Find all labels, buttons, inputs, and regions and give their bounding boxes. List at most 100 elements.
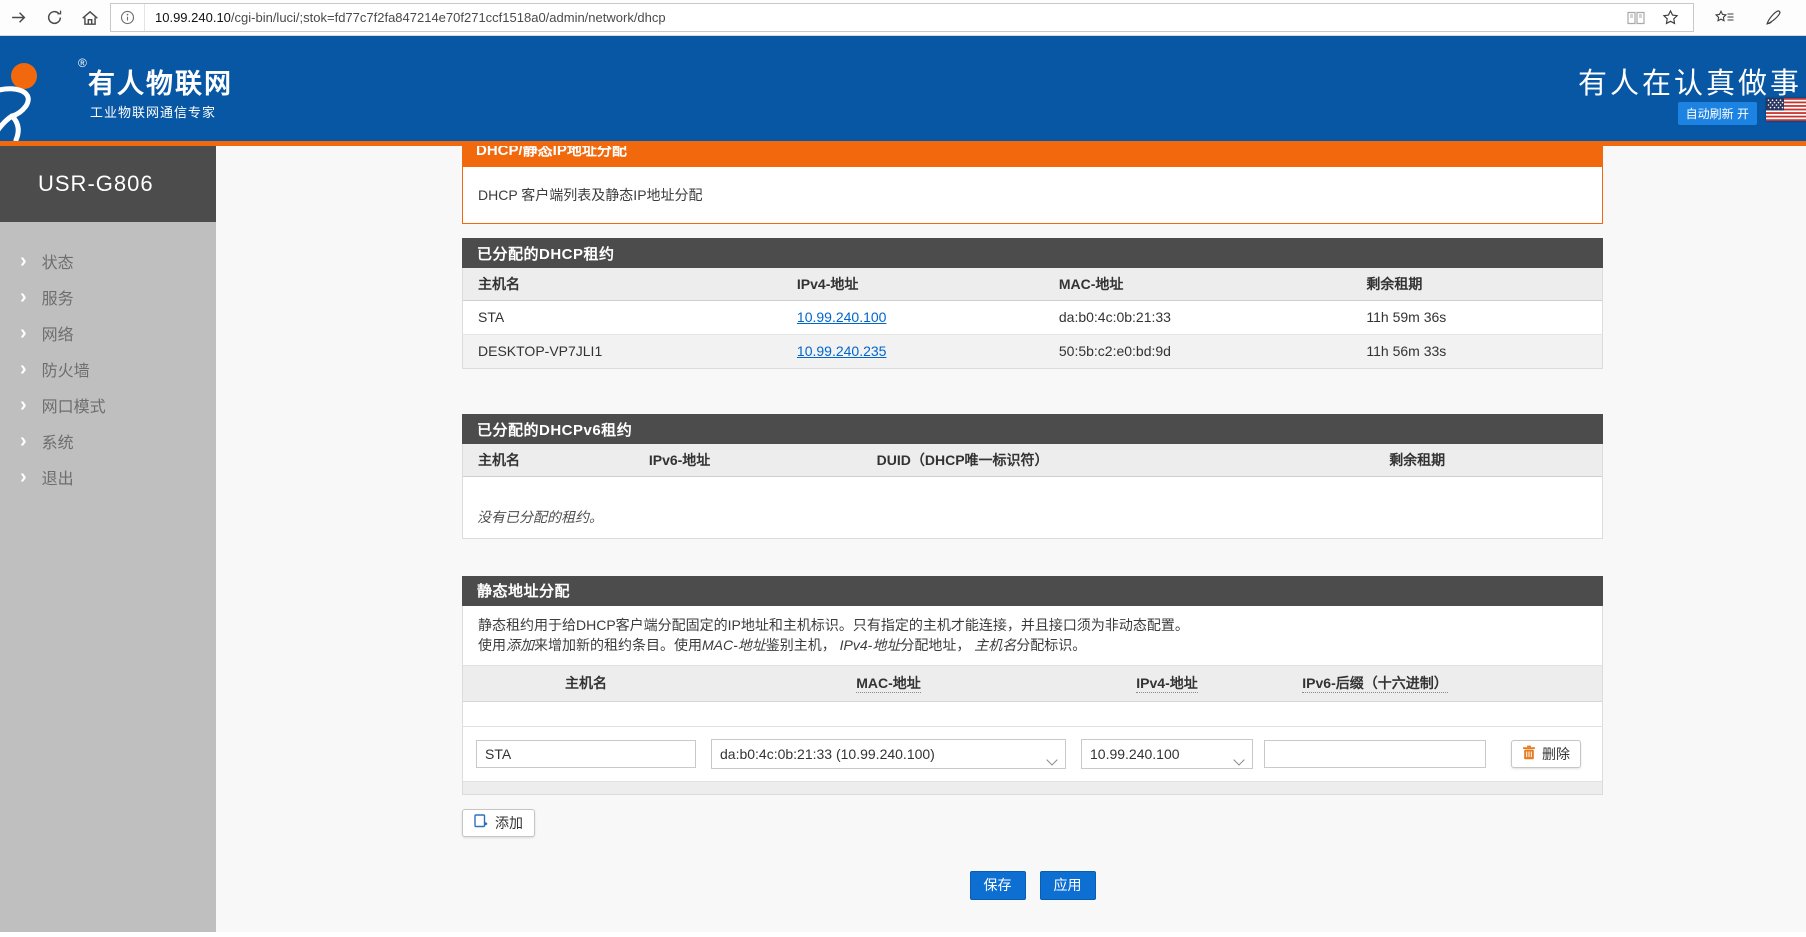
static-table-footer-strip [463, 781, 1602, 794]
favorite-star-icon [1662, 9, 1679, 26]
forward-button[interactable] [0, 1, 36, 35]
home-icon [81, 9, 99, 27]
add-favorite-button[interactable] [1653, 1, 1687, 35]
ipv6-suffix-input[interactable] [1264, 740, 1486, 768]
col-mac: MAC-地址 [711, 673, 1066, 693]
registered-mark: ® [78, 56, 87, 70]
apply-button[interactable]: 应用 [1040, 871, 1096, 900]
table-row: STA 10.99.240.100 da:b0:4c:0b:21:33 11h … [463, 300, 1602, 334]
sidebar-item-port-mode[interactable]: 网口模式 [0, 387, 216, 423]
dhcp-leases-table: 主机名 IPv4-地址 MAC-地址 剩余租期 STA 10.99.240.10… [463, 268, 1602, 368]
reading-view-icon [1627, 10, 1645, 26]
lease-ipv4-link[interactable]: 10.99.240.100 [797, 309, 887, 325]
app-header: ® 有人物联网 工业物联网通信专家 有人在认真做事 自动刷新 开 [0, 36, 1806, 146]
hostname-input[interactable] [476, 740, 696, 768]
table-row: DESKTOP-VP7JLI1 10.99.240.235 50:5b:c2:e… [463, 334, 1602, 368]
sidebar-item-label: 网络 [42, 321, 74, 345]
reading-view-button[interactable] [1619, 1, 1653, 35]
url-domain: 10.99.240.10 [155, 10, 231, 25]
lease-mac: da:b0:4c:0b:21:33 [1044, 300, 1352, 334]
add-button[interactable]: 添加 [462, 809, 535, 837]
sidebar-item-firewall[interactable]: 防火墙 [0, 351, 216, 387]
description-line-1: 静态租约用于给DHCP客户端分配固定的IP地址和主机标识。只有指定的主机才能连接… [478, 615, 1587, 635]
dhcpv6-leases-title: 已分配的DHCPv6租约 [462, 414, 1603, 444]
sidebar-item-label: 服务 [42, 285, 74, 309]
lease-remaining: 11h 59m 36s [1351, 300, 1602, 334]
sidebar-item-status[interactable]: 状态 [0, 243, 216, 279]
forward-icon [10, 9, 27, 26]
static-table-header: 主机名 MAC-地址 IPv4-地址 IPv6-后缀（十六进制） [463, 666, 1602, 702]
add-button-label: 添加 [495, 813, 523, 833]
dhcpv6-empty-text: 没有已分配的租约。 [463, 477, 1602, 538]
device-name: USR-G806 [0, 146, 216, 222]
url-text[interactable]: 10.99.240.10/cgi-bin/luci/;stok=fd77c7f2… [145, 10, 1619, 25]
col-duid: DUID（DHCP唯一标识符） [862, 444, 1375, 476]
col-lease-remaining: 剩余租期 [1374, 444, 1602, 476]
main-content: DHCP/静态IP地址分配 DHCP 客户端列表及静态IP地址分配 已分配的DH… [216, 146, 1806, 932]
chevron-right-icon [20, 251, 27, 271]
col-hostname: 主机名 [463, 444, 634, 476]
page-subtitle: DHCP 客户端列表及静态IP地址分配 [462, 167, 1603, 224]
info-icon [120, 10, 135, 25]
header-slogan: 有人在认真做事 [1578, 60, 1802, 102]
browser-window: 10.99.240.10/cgi-bin/luci/;stok=fd77c7f2… [0, 0, 1806, 937]
sidebar-item-label: 系统 [42, 429, 74, 453]
sidebar-item-label: 退出 [42, 465, 74, 489]
static-leases-section: 静态地址分配 静态租约用于给DHCP客户端分配固定的IP地址和主机标识。只有指定… [462, 576, 1603, 795]
chevron-right-icon [20, 431, 27, 451]
col-ipv6: IPv6-地址 [634, 444, 862, 476]
chevron-right-icon [20, 359, 27, 379]
static-leases-description: 静态租约用于给DHCP客户端分配固定的IP地址和主机标识。只有指定的主机才能连接… [463, 606, 1602, 666]
static-lease-row: da:b0:4c:0b:21:33 (10.99.240.100) 10.99.… [463, 727, 1602, 781]
col-ipv6-suffix: IPv6-后缀（十六进制） [1264, 673, 1486, 693]
page-title-bar: DHCP/静态IP地址分配 [462, 146, 1603, 167]
lease-hostname: DESKTOP-VP7JLI1 [463, 334, 782, 368]
sidebar: USR-G806 状态 服务 网络 防火墙 网口模式 系统 退出 [0, 146, 216, 932]
dhcp-leases-title: 已分配的DHCP租约 [462, 238, 1603, 268]
sidebar-item-system[interactable]: 系统 [0, 423, 216, 459]
autorefresh-toggle[interactable]: 自动刷新 开 [1678, 102, 1757, 125]
favorites-hub-button[interactable] [1707, 1, 1743, 35]
dhcpv6-leases-table: 主机名 IPv6-地址 DUID（DHCP唯一标识符） 剩余租期 [463, 444, 1602, 477]
sidebar-item-label: 网口模式 [42, 393, 106, 417]
col-hostname: 主机名 [463, 268, 782, 300]
sidebar-item-services[interactable]: 服务 [0, 279, 216, 315]
sidebar-item-label: 状态 [42, 249, 74, 273]
chevron-right-icon [20, 287, 27, 307]
static-table-spacer-row [463, 702, 1602, 727]
dhcp-leases-section: 已分配的DHCP租约 主机名 IPv4-地址 MAC-地址 剩余租期 S [462, 238, 1603, 369]
save-button[interactable]: 保存 [970, 871, 1026, 900]
language-flag-icon[interactable] [1766, 98, 1806, 121]
col-mac: MAC-地址 [1044, 268, 1352, 300]
static-leases-title: 静态地址分配 [462, 576, 1603, 606]
home-button[interactable] [72, 1, 108, 35]
col-hostname: 主机名 [476, 673, 696, 693]
web-note-button[interactable] [1757, 1, 1793, 35]
mac-address-select[interactable]: da:b0:4c:0b:21:33 (10.99.240.100) [711, 739, 1066, 769]
col-ipv4: IPv4-地址 [1081, 673, 1253, 693]
chevron-right-icon [20, 323, 27, 343]
ipv4-address-select[interactable]: 10.99.240.100 [1081, 739, 1253, 769]
page-title: DHCP/静态IP地址分配 [476, 146, 627, 160]
lease-ipv4-link[interactable]: 10.99.240.235 [797, 343, 887, 359]
refresh-button[interactable] [36, 1, 72, 35]
brand-title: 有人物联网 [88, 62, 233, 101]
browser-toolbar: 10.99.240.10/cgi-bin/luci/;stok=fd77c7f2… [0, 0, 1806, 36]
delete-button-label: 删除 [1542, 744, 1570, 764]
address-bar[interactable]: 10.99.240.10/cgi-bin/luci/;stok=fd77c7f2… [110, 3, 1694, 32]
usr-logo [0, 58, 70, 146]
col-ipv4: IPv4-地址 [782, 268, 1044, 300]
site-info-button[interactable] [111, 4, 145, 31]
trash-icon [1522, 745, 1536, 763]
delete-button[interactable]: 删除 [1511, 740, 1581, 768]
sidebar-menu: 状态 服务 网络 防火墙 网口模式 系统 退出 [0, 222, 216, 495]
col-lease-remaining: 剩余租期 [1351, 268, 1602, 300]
sidebar-item-network[interactable]: 网络 [0, 315, 216, 351]
favorites-hub-icon [1715, 9, 1735, 26]
dhcpv6-leases-section: 已分配的DHCPv6租约 主机名 IPv6-地址 DUID（DHCP唯一标识符）… [462, 414, 1603, 539]
add-icon [474, 814, 488, 831]
refresh-icon [46, 9, 63, 26]
chevron-right-icon [20, 395, 27, 415]
form-actions: 保存 应用 [462, 871, 1603, 900]
sidebar-item-logout[interactable]: 退出 [0, 459, 216, 495]
